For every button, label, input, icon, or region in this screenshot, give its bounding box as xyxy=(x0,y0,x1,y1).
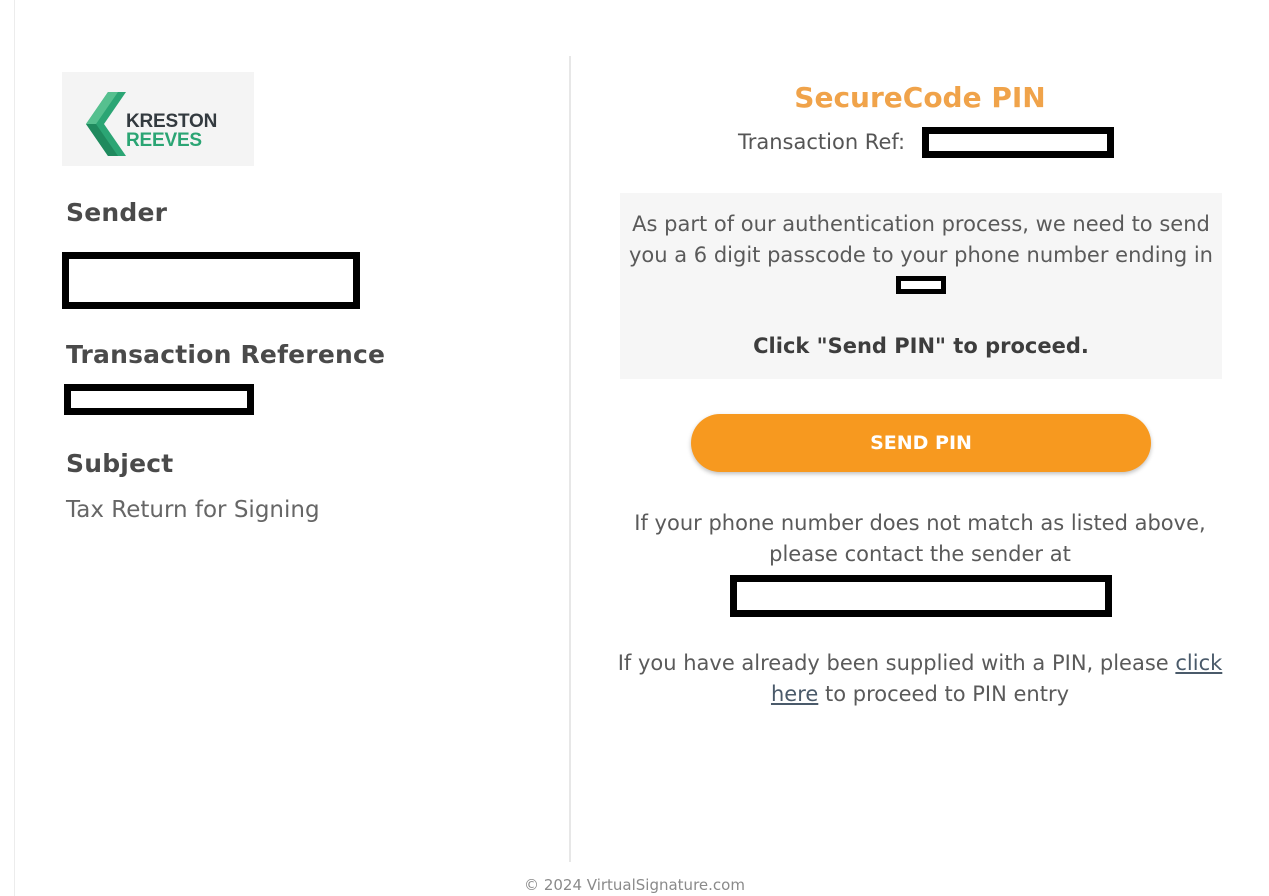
already-supplied-notice: If you have already been supplied with a… xyxy=(600,648,1240,710)
brand-line-2: REEVES xyxy=(126,130,202,151)
footer-copyright: © 2024 VirtualSignature.com xyxy=(524,876,745,894)
brand-name: KRESTON REEVES xyxy=(126,112,217,150)
already-supplied-suffix: to proceed to PIN entry xyxy=(824,682,1070,706)
page-edge xyxy=(14,0,15,896)
proceed-instruction: Click "Send PIN" to proceed. xyxy=(753,334,1089,358)
transaction-reference-redaction xyxy=(64,384,254,415)
kreston-chevron-icon xyxy=(86,92,126,156)
transaction-ref-row: Transaction Ref: xyxy=(738,130,905,154)
page-title: SecureCode PIN xyxy=(794,81,1046,114)
sender-contact-redaction xyxy=(730,575,1112,617)
transaction-ref-label: Transaction Ref: xyxy=(738,130,906,154)
subject-label: Subject xyxy=(66,449,174,478)
mismatch-notice: If your phone number does not match as l… xyxy=(634,511,1206,566)
sender-redaction xyxy=(62,252,360,309)
phone-ending-redaction xyxy=(896,276,946,294)
sender-label: Sender xyxy=(66,198,168,227)
transaction-reference-label: Transaction Reference xyxy=(66,340,386,369)
already-supplied-prefix: If you have already been supplied with a… xyxy=(617,651,1169,675)
page: KRESTON REEVES Sender Transaction Refere… xyxy=(0,0,1269,896)
brand-logo: KRESTON REEVES xyxy=(62,72,254,166)
authentication-info-line: As part of our authentication process, w… xyxy=(628,212,1213,267)
subject-value: Tax Return for Signing xyxy=(66,497,320,523)
column-divider xyxy=(569,56,571,862)
authentication-info-box: As part of our authentication process, w… xyxy=(620,193,1222,379)
transaction-ref-redaction xyxy=(922,127,1114,158)
send-pin-button[interactable]: SEND PIN xyxy=(691,414,1151,472)
brand-line-1: KRESTON xyxy=(126,111,218,132)
authentication-info-text: As part of our authentication process, w… xyxy=(620,209,1222,302)
